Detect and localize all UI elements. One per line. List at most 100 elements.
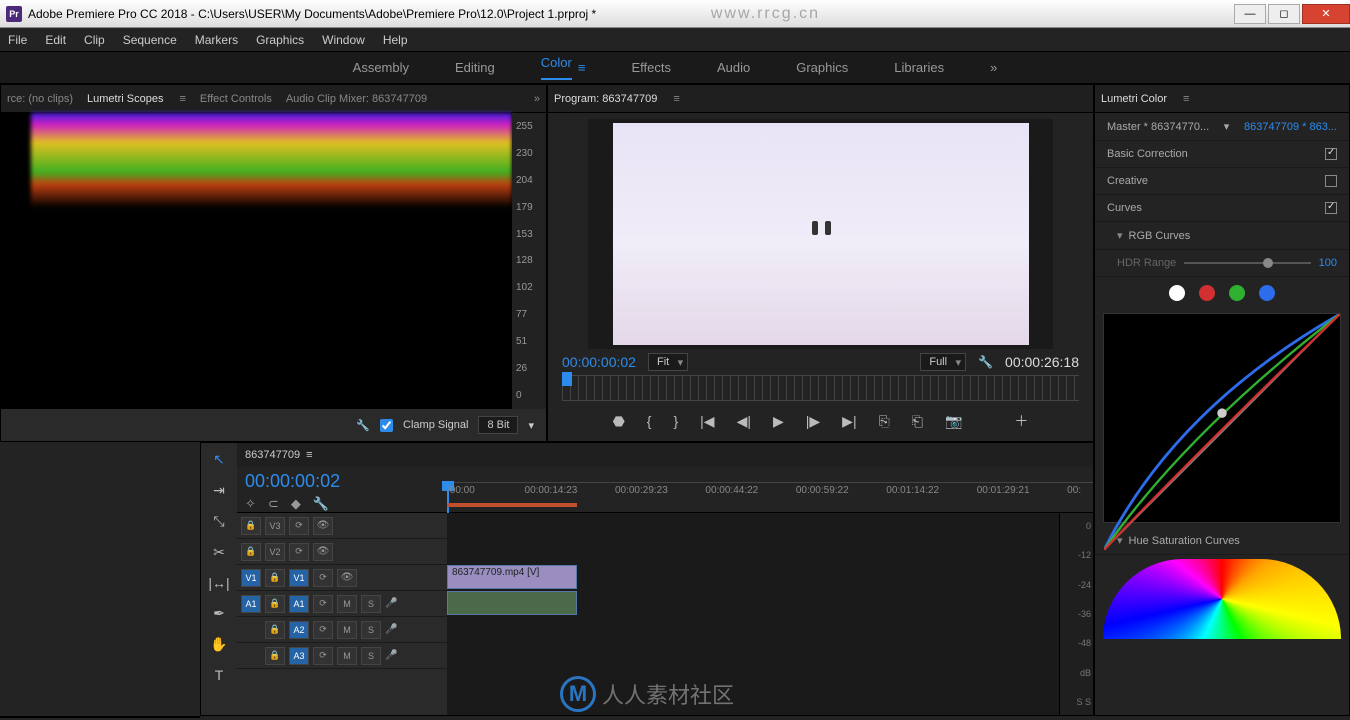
track-visibility[interactable]: [313, 543, 333, 561]
lumetri-sequence-clip[interactable]: 863747709 * 863...: [1244, 121, 1337, 133]
sync-lock[interactable]: ⟳: [289, 517, 309, 535]
video-clip[interactable]: 863747709.mp4 [V]: [447, 565, 577, 589]
lift-icon[interactable]: ⎘: [879, 413, 890, 430]
curves-toggle[interactable]: [1325, 202, 1337, 214]
audio-clip[interactable]: [447, 591, 577, 615]
solo-button[interactable]: S: [361, 621, 381, 639]
dropdown-icon[interactable]: ▾: [528, 419, 534, 432]
ws-overflow-icon[interactable]: »: [990, 60, 997, 75]
program-preview[interactable]: [588, 119, 1053, 349]
tab-lumetri-scopes[interactable]: Lumetri Scopes: [87, 93, 163, 105]
mark-in-icon[interactable]: {: [647, 413, 652, 429]
menu-help[interactable]: Help: [383, 33, 408, 47]
hdr-range-value[interactable]: 100: [1319, 257, 1337, 269]
menu-sequence[interactable]: Sequence: [123, 33, 177, 47]
program-timecode-in[interactable]: 00:00:00:02: [562, 354, 636, 370]
go-to-out-icon[interactable]: ▶|: [842, 413, 856, 430]
tab-program[interactable]: Program: 863747709: [554, 93, 657, 105]
track-lock[interactable]: [241, 517, 261, 535]
panel-menu-icon[interactable]: ≡: [1183, 93, 1189, 105]
razor-tool-icon[interactable]: ✂: [213, 544, 225, 561]
section-curves[interactable]: Curves: [1107, 202, 1142, 214]
tab-audio-mixer[interactable]: Audio Clip Mixer: 863747709: [286, 93, 427, 105]
mic-icon[interactable]: 🎤: [385, 650, 397, 661]
source-patch-a1[interactable]: A1: [241, 595, 261, 613]
sync-lock[interactable]: ⟳: [313, 595, 333, 613]
track-target-a1[interactable]: A1: [289, 595, 309, 613]
ripple-tool-icon[interactable]: ⤡: [213, 513, 224, 530]
zoom-fit-select[interactable]: Fit: [648, 353, 688, 371]
ws-audio[interactable]: Audio: [717, 60, 750, 75]
track-lock[interactable]: [265, 647, 285, 665]
section-basic-correction[interactable]: Basic Correction: [1107, 148, 1188, 160]
curve-red-icon[interactable]: [1199, 285, 1215, 301]
play-icon[interactable]: ▶: [773, 413, 784, 430]
track-visibility[interactable]: [337, 569, 357, 587]
extract-icon[interactable]: ⎗: [912, 413, 923, 430]
settings-icon[interactable]: 🔧: [313, 496, 329, 512]
wrench-icon[interactable]: 🔧: [356, 419, 370, 432]
snap-icon[interactable]: ✧: [245, 496, 256, 512]
track-lock[interactable]: [265, 621, 285, 639]
menu-window[interactable]: Window: [322, 33, 365, 47]
curve-blue-icon[interactable]: [1259, 285, 1275, 301]
mark-out-icon[interactable]: }: [673, 413, 678, 429]
section-rgb-curves[interactable]: RGB Curves: [1129, 230, 1191, 242]
curve-white-icon[interactable]: [1169, 285, 1185, 301]
track-visibility[interactable]: [313, 517, 333, 535]
playhead-icon[interactable]: [562, 372, 572, 386]
resolution-select[interactable]: Full: [920, 353, 966, 371]
add-marker-icon[interactable]: ◆: [291, 496, 301, 512]
sync-lock[interactable]: ⟳: [289, 543, 309, 561]
tab-effect-controls[interactable]: Effect Controls: [200, 93, 272, 105]
panel-menu-icon[interactable]: ≡: [673, 93, 679, 105]
lumetri-master-clip[interactable]: Master * 86374770...: [1107, 121, 1209, 133]
menu-file[interactable]: File: [8, 33, 27, 47]
track-target-a3[interactable]: A3: [289, 647, 309, 665]
clamp-signal-checkbox[interactable]: [380, 419, 393, 432]
ws-libraries[interactable]: Libraries: [894, 60, 944, 75]
tab-project[interactable]: Project: Project 1: [7, 717, 91, 718]
selection-tool-icon[interactable]: ↖: [213, 451, 225, 468]
tab-sequence[interactable]: 863747709: [245, 449, 300, 461]
timeline-tracks-area[interactable]: 863747709.mp4 [V]: [447, 513, 1059, 715]
track-lock[interactable]: [265, 595, 285, 613]
rgb-curves-editor[interactable]: [1103, 313, 1341, 523]
mic-icon[interactable]: 🎤: [385, 624, 397, 635]
track-label[interactable]: V3: [265, 517, 285, 535]
ws-color-menu-icon[interactable]: ≡: [578, 60, 586, 75]
menu-edit[interactable]: Edit: [45, 33, 66, 47]
chevron-down-icon[interactable]: ▾: [1224, 120, 1230, 133]
hand-tool-icon[interactable]: ✋: [210, 636, 227, 653]
slip-tool-icon[interactable]: |↔|: [208, 575, 229, 591]
tab-lumetri-color[interactable]: Lumetri Color: [1101, 93, 1167, 105]
track-target-a2[interactable]: A2: [289, 621, 309, 639]
linked-selection-icon[interactable]: ⊂: [268, 496, 279, 512]
settings-wrench-icon[interactable]: 🔧: [978, 355, 993, 369]
close-button[interactable]: ✕: [1302, 4, 1350, 24]
sync-lock[interactable]: ⟳: [313, 569, 333, 587]
menu-clip[interactable]: Clip: [84, 33, 105, 47]
mute-button[interactable]: M: [337, 595, 357, 613]
ws-graphics[interactable]: Graphics: [796, 60, 848, 75]
type-tool-icon[interactable]: T: [215, 667, 224, 683]
solo-button[interactable]: S: [361, 647, 381, 665]
mute-button[interactable]: M: [337, 647, 357, 665]
source-patch-v1[interactable]: V1: [241, 569, 261, 587]
step-back-icon[interactable]: ◀|: [737, 413, 751, 430]
export-frame-icon[interactable]: 📷: [945, 413, 962, 430]
ws-color[interactable]: Color: [541, 55, 572, 80]
program-scrubber[interactable]: [562, 375, 1079, 401]
tabs-overflow-icon[interactable]: »: [187, 717, 193, 718]
button-editor-icon[interactable]: ＋: [1014, 411, 1028, 431]
curve-green-icon[interactable]: [1229, 285, 1245, 301]
tabs-overflow-icon[interactable]: »: [534, 93, 540, 105]
panel-menu-icon[interactable]: ≡: [179, 93, 185, 105]
menu-markers[interactable]: Markers: [195, 33, 238, 47]
mic-icon[interactable]: 🎤: [385, 598, 397, 609]
hue-wheel[interactable]: [1103, 559, 1341, 639]
track-lock[interactable]: [265, 569, 285, 587]
section-creative[interactable]: Creative: [1107, 175, 1148, 187]
creative-toggle[interactable]: [1325, 175, 1337, 187]
go-to-in-icon[interactable]: |◀: [700, 413, 714, 430]
